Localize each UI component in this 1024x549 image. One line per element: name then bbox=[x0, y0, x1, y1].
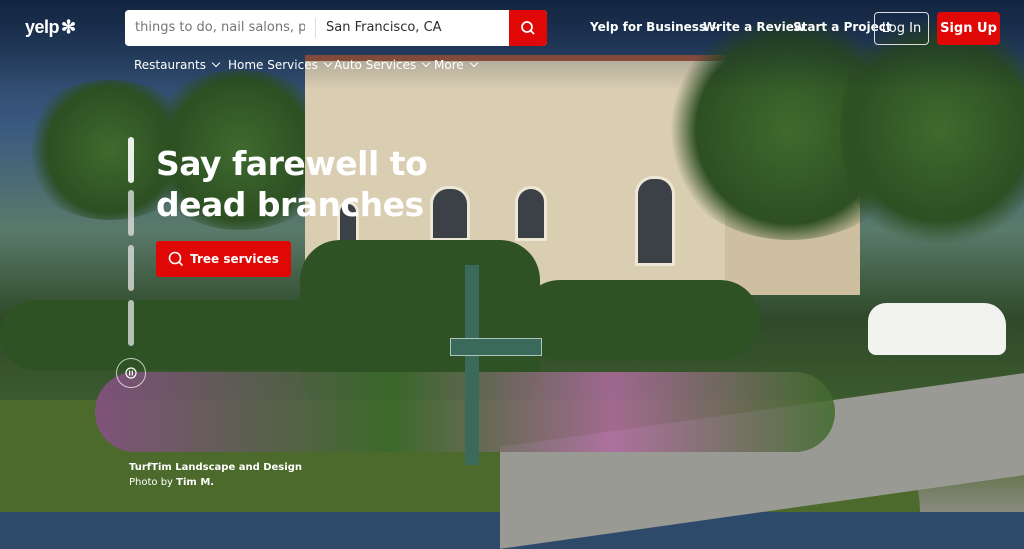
slide-indicator-3[interactable] bbox=[128, 245, 134, 291]
credit-business-link[interactable]: TurfTim Landscape and Design bbox=[129, 462, 302, 473]
street-sign-pole bbox=[465, 265, 479, 465]
nav-home-services[interactable]: Home Services bbox=[228, 58, 333, 72]
signup-button[interactable]: Sign Up bbox=[937, 12, 1000, 45]
window bbox=[430, 186, 470, 241]
headline-line: dead branches bbox=[156, 185, 424, 224]
search-button[interactable] bbox=[509, 10, 547, 46]
chevron-down-icon bbox=[422, 58, 431, 68]
hero-headline: Say farewell to dead branches bbox=[156, 143, 428, 225]
slide-indicator-2[interactable] bbox=[128, 190, 134, 236]
location-input[interactable]: San Francisco, CA bbox=[316, 10, 509, 46]
write-review-link[interactable]: Write a Review bbox=[703, 20, 805, 34]
nav-label: Restaurants bbox=[134, 58, 206, 72]
logo-text: yelp bbox=[25, 17, 60, 37]
chevron-down-icon bbox=[323, 58, 333, 68]
window bbox=[635, 176, 675, 266]
nav-auto-services[interactable]: Auto Services bbox=[334, 58, 431, 72]
credit-prefix: Photo by bbox=[129, 477, 173, 488]
hedge bbox=[0, 300, 330, 370]
slide-indicator-4[interactable] bbox=[128, 300, 134, 346]
headline-line: Say farewell to bbox=[156, 144, 428, 183]
chevron-down-icon bbox=[469, 58, 478, 68]
yelp-burst-icon: ✻ bbox=[61, 17, 76, 37]
credit-author-link[interactable]: Tim M. bbox=[176, 477, 214, 488]
search-query-input[interactable] bbox=[125, 10, 315, 46]
link-label: Yelp for Business bbox=[590, 20, 707, 34]
search-bar: San Francisco, CA bbox=[125, 10, 547, 46]
photo-credit: TurfTim Landscape and Design Photo by Ti… bbox=[129, 460, 302, 490]
nav-label: Home Services bbox=[228, 58, 318, 72]
nav-label: More bbox=[434, 58, 464, 72]
chevron-down-icon bbox=[211, 58, 221, 68]
window bbox=[515, 186, 547, 241]
login-button[interactable]: Log In bbox=[874, 12, 929, 45]
pause-button[interactable] bbox=[116, 358, 146, 388]
cta-label: Tree services bbox=[190, 252, 279, 266]
nav-restaurants[interactable]: Restaurants bbox=[134, 58, 221, 72]
car bbox=[868, 303, 1006, 355]
slide-indicator-1[interactable] bbox=[128, 137, 134, 183]
nav-label: Auto Services bbox=[334, 58, 417, 72]
pause-icon bbox=[125, 367, 137, 379]
nav-more[interactable]: More bbox=[434, 58, 478, 72]
search-icon bbox=[168, 251, 184, 267]
street-sign bbox=[450, 338, 542, 356]
yelp-for-business-link[interactable]: Yelp for Business bbox=[590, 20, 720, 34]
hedge bbox=[520, 280, 760, 360]
tree-services-button[interactable]: Tree services bbox=[156, 241, 291, 277]
search-icon bbox=[521, 21, 535, 35]
yelp-logo[interactable]: yelp ✻ bbox=[23, 15, 76, 39]
